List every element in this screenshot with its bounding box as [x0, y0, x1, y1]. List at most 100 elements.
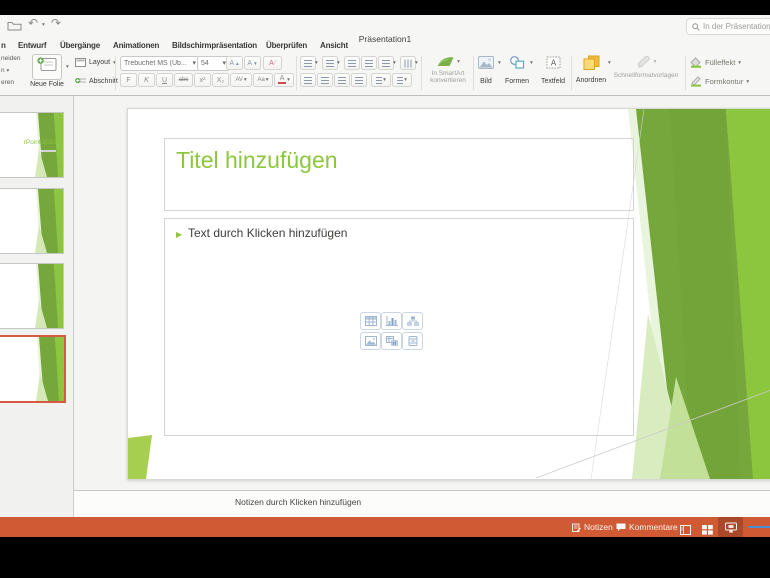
columns-caret-icon[interactable]: ▾ — [415, 60, 418, 66]
letterbox-top — [0, 0, 770, 15]
shapes-caret-icon[interactable]: ▾ — [530, 60, 533, 66]
character-spacing-button[interactable]: AV ▾ — [230, 73, 252, 87]
ribbon-tab-row: n Entwurf Übergänge Animationen Bildschi… — [0, 36, 770, 52]
thumbnail-slide-4-selected[interactable] — [0, 335, 66, 403]
shape-outline-button[interactable]: Formkontur ▾ — [690, 76, 749, 87]
vertical-align-button[interactable]: ▾ — [371, 73, 391, 87]
insert-shapes-button[interactable]: Formen — [504, 56, 530, 85]
dropdown-caret-icon: ▾ — [265, 77, 269, 83]
line-spacing-button[interactable] — [378, 56, 394, 70]
strikethrough-button[interactable]: abc — [174, 73, 193, 87]
align-right-button[interactable] — [334, 73, 350, 87]
section-icon — [75, 77, 86, 84]
insert-picture-button[interactable]: Bild — [474, 56, 498, 85]
decrease-indent-button[interactable] — [344, 56, 360, 70]
insert-chart-icon[interactable] — [381, 312, 402, 330]
superscript-button[interactable]: x² — [194, 73, 211, 87]
thumbnail-title-text: rPoint 2016 — [23, 139, 57, 146]
tab-animationen[interactable]: Animationen — [113, 41, 159, 50]
change-case-button[interactable]: Aa ▾ — [253, 73, 273, 87]
picture-caret-icon[interactable]: ▾ — [498, 60, 501, 66]
italic-button[interactable]: K — [138, 73, 155, 87]
bullet-list-caret-icon[interactable]: ▾ — [315, 60, 318, 66]
columns-icon — [404, 59, 412, 67]
notes-placeholder-text: Notizen durch Klicken hinzufügen — [235, 497, 362, 507]
section-button[interactable]: Abschnitt▾ — [75, 77, 124, 86]
numbered-list-button[interactable] — [322, 56, 338, 70]
convert-smartart-label-1: In SmartArt — [431, 70, 465, 77]
dropdown-caret-icon: ▾ — [243, 77, 247, 83]
dropdown-caret-icon: ▾ — [6, 68, 10, 74]
justify-icon — [355, 76, 363, 84]
align-left-button[interactable] — [300, 73, 316, 87]
notes-toggle-button[interactable]: Notizen — [572, 522, 613, 532]
undo-icon[interactable]: ↶ — [28, 17, 38, 29]
shapes-label: Formen — [504, 78, 530, 85]
thumbnail-slide-3[interactable] — [0, 263, 64, 329]
redo-icon[interactable]: ↷ — [51, 17, 61, 29]
layout-button[interactable]: Layout▾ — [75, 58, 116, 67]
quick-styles-label: Schnellformatvorlagen — [613, 72, 679, 79]
font-name-select[interactable]: Trebuchet MS (Üb... ▾ — [120, 56, 200, 71]
tab-ueberpruefen[interactable]: Überprüfen — [266, 41, 307, 50]
align-center-button[interactable] — [317, 73, 333, 87]
text-direction-button[interactable]: ▾ — [392, 73, 412, 87]
tab-ansicht[interactable]: Ansicht — [320, 41, 348, 50]
open-folder-icon[interactable] — [7, 19, 22, 33]
insert-textbox-button[interactable]: A Textfeld — [538, 56, 568, 85]
comments-toggle-label: Kommentare — [629, 522, 678, 532]
insert-smartart-icon[interactable] — [402, 312, 423, 330]
cut-button[interactable]: neiden — [1, 55, 21, 62]
tab-uebergaenge[interactable]: Übergänge — [60, 41, 100, 50]
justify-button[interactable] — [351, 73, 367, 87]
new-slide-icon — [32, 54, 62, 80]
dropdown-caret-icon: ▾ — [738, 59, 742, 66]
line-spacing-icon — [382, 59, 390, 67]
insert-table-icon[interactable] — [360, 312, 381, 330]
letterbox-bottom — [0, 537, 770, 578]
font-color-button[interactable]: A ▾ — [274, 73, 294, 87]
tab-entwurf[interactable]: Entwurf — [18, 41, 47, 50]
search-field[interactable]: In der Präsentation — [686, 18, 770, 35]
grow-font-button[interactable]: A ▲ — [226, 56, 243, 70]
arrange-button[interactable]: Anordnen — [574, 55, 608, 84]
title-bar: ↶ ▾ ↷ Präsentation1 In der Präsentation — [0, 15, 770, 44]
notes-pane[interactable]: Notizen durch Klicken hinzufügen — [74, 491, 770, 517]
convert-smartart-button[interactable]: ▾ In SmartArt konvertieren — [424, 55, 472, 84]
title-placeholder-text: Titel hinzufügen — [176, 147, 338, 173]
thumbnail-slide-2[interactable] — [0, 188, 64, 254]
shrink-font-button[interactable]: A ▼ — [244, 56, 261, 70]
title-placeholder[interactable]: Titel hinzufügen — [164, 138, 634, 211]
underline-button[interactable]: U — [156, 73, 173, 87]
normal-view-icon — [680, 525, 691, 535]
body-placeholder-text: Text durch Klicken hinzufügen — [188, 226, 348, 240]
new-slide-caret-icon[interactable]: ▾ — [66, 64, 69, 70]
slideshow-view-button[interactable] — [718, 517, 743, 537]
increase-indent-button[interactable] — [361, 56, 377, 70]
tab-cutoff[interactable]: n — [1, 41, 6, 50]
tab-bildschirmpraesentation[interactable]: Bildschirmpräsentation — [172, 41, 257, 50]
clear-formatting-button[interactable]: A ⁄ — [263, 56, 282, 70]
comments-toggle-button[interactable]: Kommentare — [616, 522, 678, 532]
dropdown-caret-icon: ▾ — [457, 58, 460, 65]
undo-caret-icon[interactable]: ▾ — [42, 22, 45, 28]
insert-media-icon[interactable] — [402, 332, 423, 350]
insert-clipart-icon[interactable] — [381, 332, 402, 350]
columns-button[interactable] — [400, 56, 416, 70]
copy-button[interactable]: n ▾ — [1, 67, 9, 74]
bold-button[interactable]: F — [120, 73, 137, 87]
line-spacing-caret-icon[interactable]: ▾ — [393, 60, 396, 66]
bullet-list-button[interactable] — [300, 56, 316, 70]
slide-canvas[interactable]: Titel hinzufügen ▶ Text durch Klicken hi… — [127, 108, 770, 480]
format-painter-button[interactable]: eren — [1, 79, 14, 86]
subscript-button[interactable]: X₂ — [212, 73, 229, 87]
zoom-slider[interactable] — [748, 526, 770, 528]
numbered-list-caret-icon[interactable]: ▾ — [337, 60, 340, 66]
quick-styles-button[interactable]: ▾ Schnellformatvorlagen — [610, 55, 682, 79]
new-slide-button[interactable]: Neue Folie — [30, 54, 64, 88]
thumbnail-slide-1[interactable]: rPoint 2016 — [0, 112, 64, 178]
insert-picture-content-icon[interactable] — [360, 332, 381, 350]
shape-fill-button[interactable]: Fülleffekt ▾ — [690, 57, 741, 68]
bullet-list-icon — [304, 59, 312, 67]
body-placeholder[interactable]: ▶ Text durch Klicken hinzufügen — [164, 218, 634, 436]
